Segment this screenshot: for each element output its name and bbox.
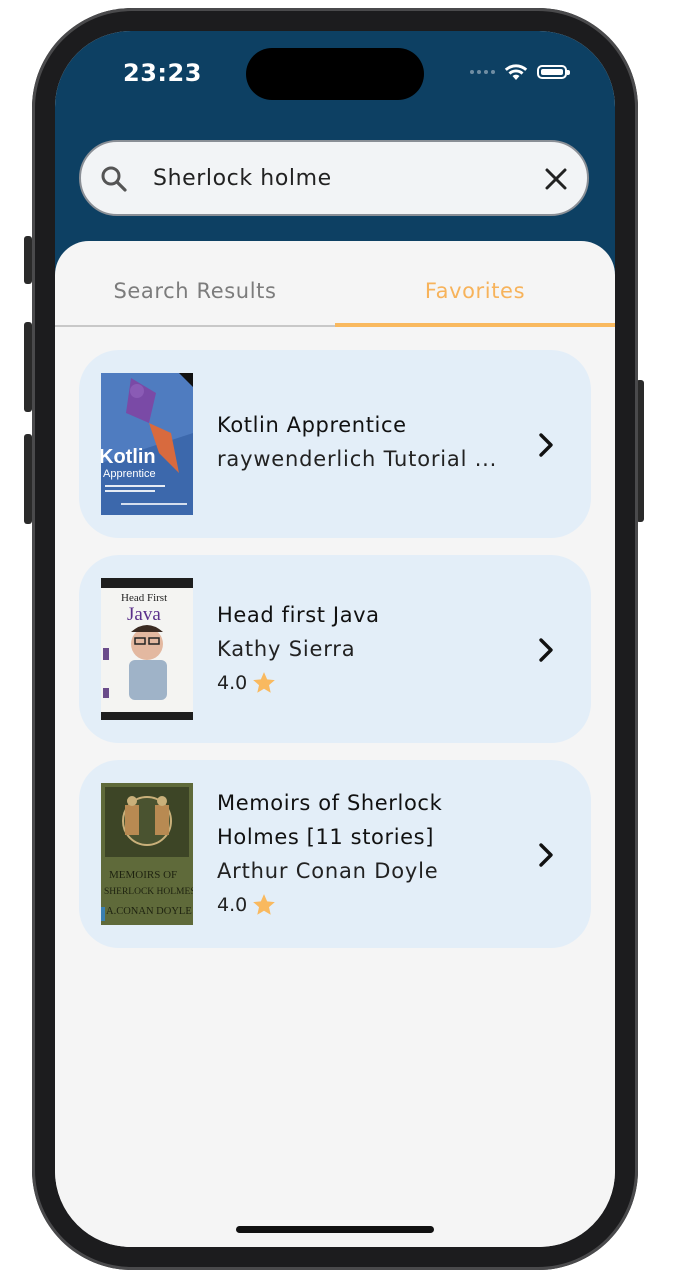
content-panel: Search Results Favorites Kotlin Apprenti…: [55, 241, 615, 1247]
cover-subtitle: Apprentice: [103, 468, 156, 480]
volume-down-button: [24, 434, 32, 524]
cover-author: A.CONAN DOYLE: [106, 906, 192, 917]
chevron-right-icon[interactable]: [537, 842, 555, 868]
sherlock-cover-art: MEMOIRS OF SHERLOCK HOLMES A.CONAN DOYLE: [101, 783, 193, 925]
search-icon: [101, 166, 127, 192]
book-author: Arthur Conan Doyle: [217, 859, 439, 883]
kotlin-cover-art: Kotlin Apprentice: [101, 373, 193, 515]
java-cover-art: Head First Java: [101, 578, 193, 720]
status-icons: [470, 63, 570, 81]
cellular-signal-icon: [470, 70, 495, 74]
tab-bar: Search Results Favorites: [55, 241, 615, 327]
book-title-line2: Holmes [11 stories]: [217, 825, 435, 849]
star-icon: [253, 672, 276, 693]
chevron-right-icon[interactable]: [537, 432, 555, 458]
tab-active-indicator: [335, 323, 615, 327]
tab-search-results[interactable]: Search Results: [55, 279, 335, 303]
cover-subtitle: Head First: [121, 592, 167, 604]
cover-title: Java: [127, 604, 161, 625]
book-cover-image: Kotlin Apprentice: [101, 373, 193, 515]
book-card[interactable]: Head First Java Head first Java Kathy Si…: [79, 555, 591, 743]
cover-subtitle: SHERLOCK HOLMES: [104, 887, 193, 897]
rating-value: 4.0: [217, 672, 248, 694]
close-icon[interactable]: [545, 168, 567, 190]
cover-title: MEMOIRS OF: [109, 869, 177, 881]
book-rating: 4.0: [217, 666, 507, 700]
battery-icon: [537, 65, 570, 79]
wifi-icon: [504, 64, 528, 80]
book-title: Kotlin Apprentice: [217, 413, 407, 437]
book-rating: 4.0: [217, 888, 507, 922]
chevron-right-icon[interactable]: [537, 637, 555, 663]
book-author: raywenderlich Tutorial ...: [217, 447, 498, 471]
book-card[interactable]: Kotlin Apprentice Kotlin Apprentice rayw…: [79, 350, 591, 538]
tab-favorites[interactable]: Favorites: [335, 279, 615, 303]
home-indicator[interactable]: [236, 1226, 434, 1233]
volume-up-button: [24, 322, 32, 412]
app-screen: 23:23 Sherlock holme Search Results Favo…: [55, 31, 615, 1247]
search-input[interactable]: Sherlock holme: [153, 166, 332, 191]
book-title: Head first Java: [217, 603, 380, 627]
book-card[interactable]: MEMOIRS OF SHERLOCK HOLMES A.CONAN DOYLE…: [79, 760, 591, 948]
search-bar[interactable]: Sherlock holme: [79, 140, 589, 216]
action-button: [24, 236, 32, 284]
cover-title: Kotlin: [101, 446, 156, 468]
dynamic-island: [246, 48, 424, 100]
book-title-line1: Memoirs of Sherlock: [217, 791, 443, 815]
status-time: 23:23: [123, 59, 202, 87]
book-cover-image: Head First Java: [101, 578, 193, 720]
star-icon: [253, 894, 276, 915]
book-cover-image: MEMOIRS OF SHERLOCK HOLMES A.CONAN DOYLE: [101, 783, 193, 925]
book-author: Kathy Sierra: [217, 637, 356, 661]
rating-value: 4.0: [217, 894, 248, 916]
